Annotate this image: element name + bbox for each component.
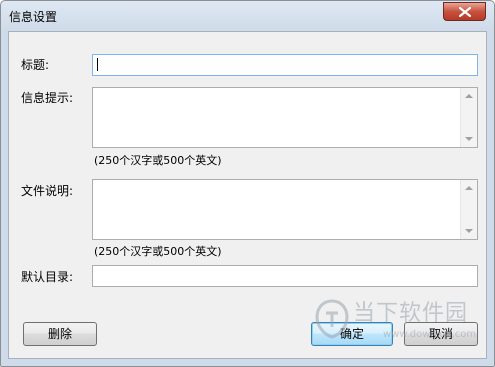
info-label: 信息提示: <box>21 91 74 105</box>
close-button[interactable] <box>443 2 486 21</box>
scroll-up-icon[interactable] <box>465 94 473 98</box>
dir-label: 默认目录: <box>21 270 74 284</box>
desc-hint: (250个汉字或500个英文) <box>94 245 222 258</box>
window-title: 信息设置 <box>9 10 58 24</box>
delete-button[interactable]: 删除 <box>23 322 97 346</box>
scroll-up-icon[interactable] <box>465 186 473 190</box>
scroll-down-icon[interactable] <box>465 137 473 141</box>
dialog-content: 标题: 信息提示: (250个汉字或500个英文) 文件说明: (250个汉字或… <box>8 31 487 359</box>
info-hint: (250个汉字或500个英文) <box>94 154 222 167</box>
text-caret <box>97 58 98 71</box>
ok-button[interactable]: 确定 <box>311 322 393 346</box>
scroll-down-icon[interactable] <box>465 229 473 233</box>
dir-input[interactable] <box>92 265 478 287</box>
title-label: 标题: <box>21 58 50 72</box>
info-scrollbar[interactable] <box>460 88 477 147</box>
close-icon <box>459 7 471 17</box>
desc-label: 文件说明: <box>21 184 74 198</box>
cancel-button[interactable]: 取消 <box>404 322 478 346</box>
desc-textarea[interactable] <box>92 179 478 240</box>
info-textarea[interactable] <box>92 87 478 148</box>
title-input[interactable] <box>92 54 478 76</box>
title-bar[interactable]: 信息设置 <box>1 1 494 31</box>
desc-scrollbar[interactable] <box>460 180 477 239</box>
dialog-window: 信息设置 标题: 信息提示: (250个汉字或500个英文) 文件说明: (25… <box>0 0 495 367</box>
